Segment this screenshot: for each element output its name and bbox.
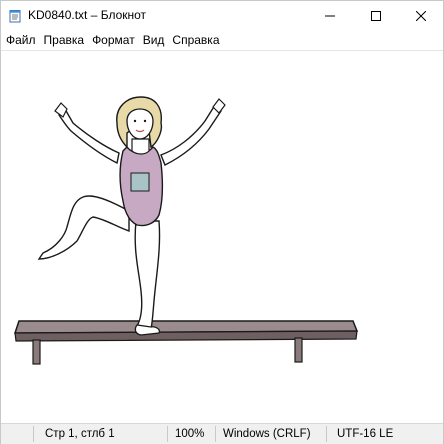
neck (131, 138, 150, 155)
window-title: KD0840.txt – Блокнот (28, 8, 147, 22)
menu-format[interactable]: Формат (88, 31, 139, 50)
zoom-level: 100% (175, 428, 205, 440)
menu-file[interactable]: Файл (1, 31, 40, 50)
right-arm (160, 103, 222, 166)
close-button[interactable] (398, 1, 444, 31)
text-edit-area[interactable] (1, 50, 443, 423)
status-separator (215, 426, 216, 442)
line-ending: Windows (CRLF) (223, 428, 311, 440)
status-separator (326, 426, 327, 442)
close-icon (416, 11, 426, 21)
menu-edit[interactable]: Правка (40, 31, 89, 50)
right-eye (143, 119, 147, 123)
minimize-button[interactable] (307, 1, 353, 31)
face (126, 108, 154, 140)
notepad-icon (9, 10, 21, 23)
maximize-button[interactable] (353, 1, 399, 31)
menu-bar: Файл Правка Формат Вид Справка (1, 31, 443, 50)
status-bar: Стр 1, стлб 1 100% Windows (CRLF) UTF-16… (1, 423, 443, 444)
title-bar[interactable]: KD0840.txt – Блокнот (1, 1, 443, 31)
maximize-icon (371, 11, 381, 21)
menu-view[interactable]: Вид (139, 31, 169, 50)
menu-help[interactable]: Справка (168, 31, 223, 50)
status-separator (167, 426, 168, 442)
gymnast-illustration (13, 96, 359, 365)
status-separator (33, 426, 34, 442)
raised-leg (37, 195, 130, 260)
leotard-emblem (130, 172, 150, 192)
standing-leg (134, 220, 161, 330)
left-arm (58, 107, 120, 165)
encoding: UTF-16 LE (337, 428, 394, 440)
left-eye (133, 119, 137, 123)
notepad-window: KD0840.txt – Блокнот Файл Правка Формат … (0, 0, 444, 444)
cursor-position: Стр 1, стлб 1 (45, 428, 115, 440)
balance-bench (13, 320, 359, 365)
minimize-icon (325, 15, 335, 17)
